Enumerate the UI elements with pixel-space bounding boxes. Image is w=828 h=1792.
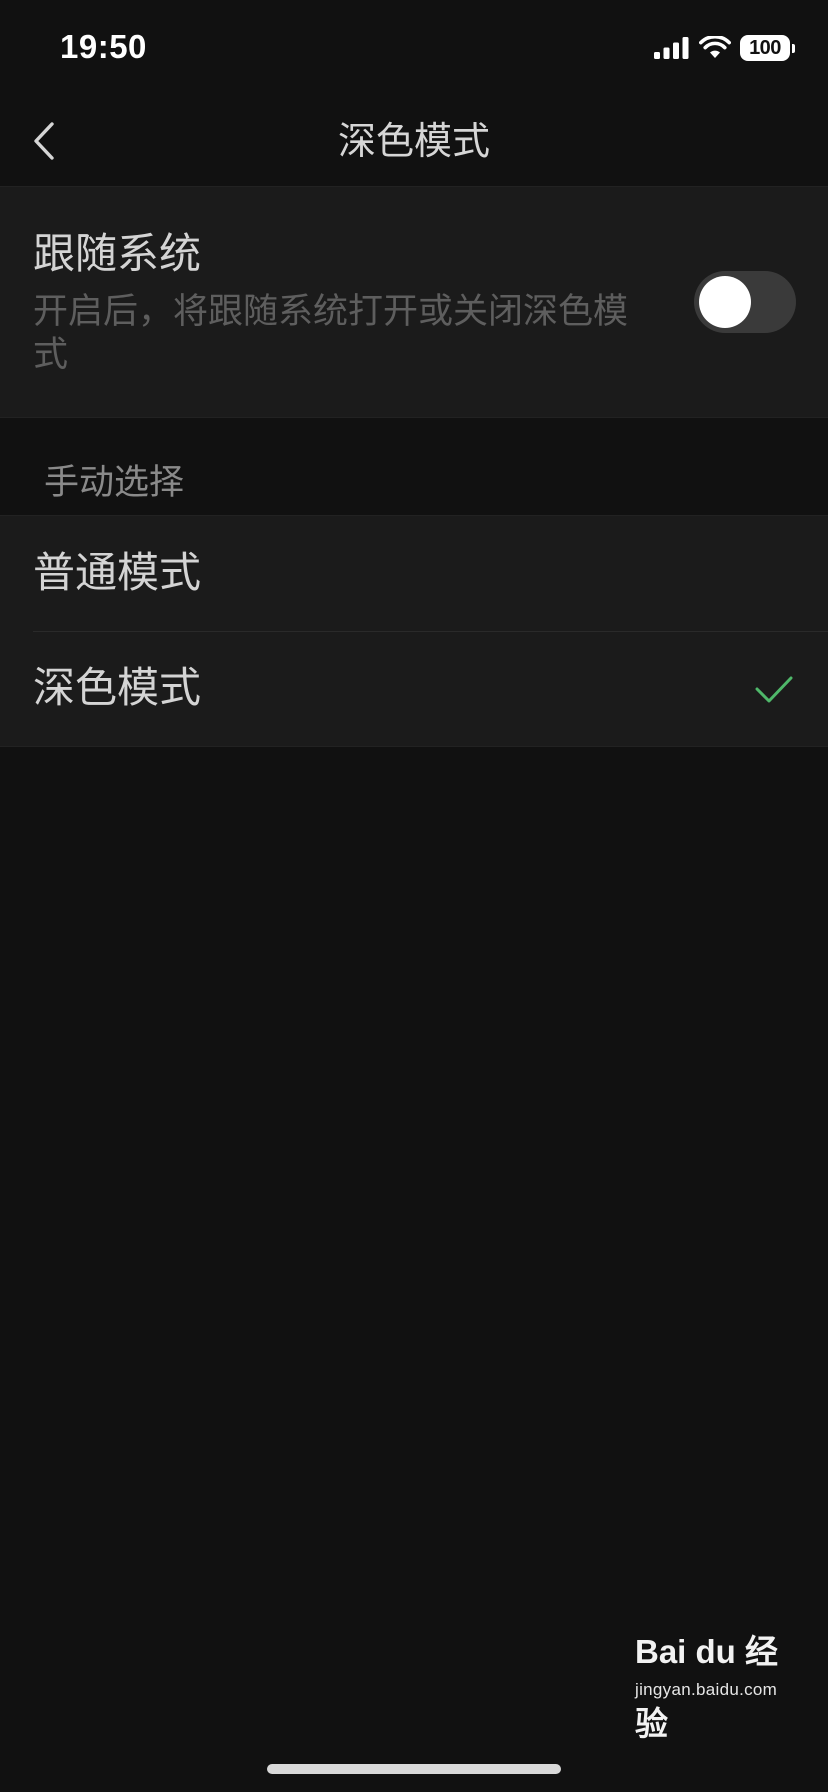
nav-bar: 深色模式 [0, 96, 828, 186]
battery-level: 100 [749, 36, 781, 59]
battery-tip [792, 43, 795, 53]
watermark-url: jingyan.baidu.com [635, 1680, 778, 1699]
option-normal-mode[interactable]: 普通模式 [0, 516, 828, 631]
page-title: 深色模式 [337, 119, 490, 163]
option-label: 普通模式 [33, 548, 202, 597]
battery-icon: 100 [740, 35, 790, 61]
follow-system-toggle[interactable] [694, 271, 796, 333]
home-indicator[interactable] [267, 1764, 561, 1774]
option-dark-mode[interactable]: 深色模式 [0, 631, 828, 746]
follow-system-title: 跟随系统 [33, 229, 202, 278]
checkmark-icon [755, 676, 793, 703]
follow-system-description: 开启后，将跟随系统打开或关闭深色模式 [33, 292, 629, 375]
toggle-knob [699, 276, 751, 328]
mode-options-list: 普通模式 深色模式 [0, 515, 828, 747]
manual-section-title: 手动选择 [44, 463, 185, 503]
status-bar: 19:50 100 [0, 0, 828, 96]
option-label: 深色模式 [33, 663, 202, 712]
signal-icon [654, 37, 689, 59]
status-icons: 100 [654, 34, 795, 62]
follow-system-card: 跟随系统 开启后，将跟随系统打开或关闭深色模式 [0, 186, 828, 418]
status-time: 19:50 [60, 28, 147, 65]
baidu-watermark: Bai du 经验 jingyan.baidu.com [630, 1616, 810, 1742]
wifi-icon [699, 36, 731, 58]
